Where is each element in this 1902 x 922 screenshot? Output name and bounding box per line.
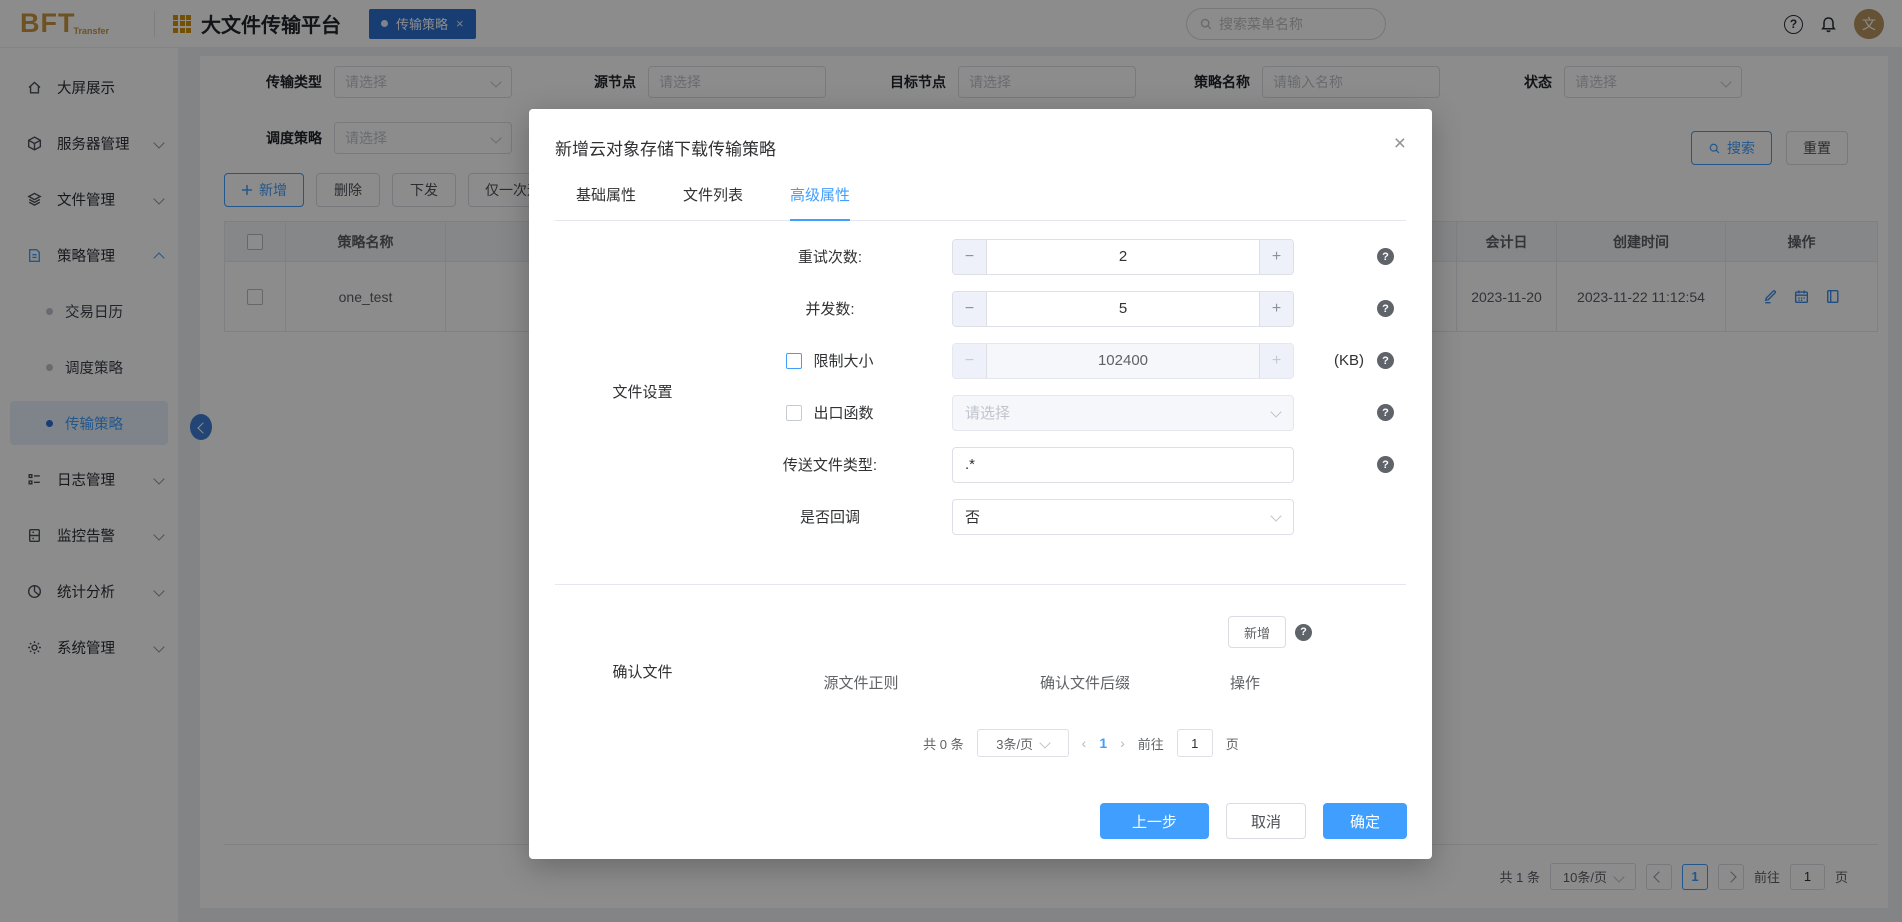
goto-label: 前往 [1138,734,1164,753]
decrement-button[interactable]: − [953,292,987,326]
help-tooltip-icon[interactable]: ? [1377,300,1394,317]
prev-page-button[interactable]: ‹ [1082,735,1087,751]
select-placeholder: 请选择 [965,402,1010,423]
goto-page-input[interactable]: 1 [1177,729,1213,757]
add-confirm-rule-button[interactable]: 新增 [1228,616,1286,648]
page-number-1[interactable]: 1 [1099,735,1107,751]
size-limit-checkbox[interactable] [786,353,802,369]
decrement-button[interactable]: − [953,240,987,274]
exit-function-label: 出口函数 [813,402,873,423]
concurrency-stepper: − 5 + [952,291,1294,327]
file-type-input[interactable]: .* [952,447,1294,483]
callback-value: 否 [965,506,980,527]
group-label: 确认文件 [555,585,730,757]
retry-count-stepper: − 2 + [952,239,1294,275]
header-actions: 操作 [1178,672,1312,693]
dialog-footer: 上一步 取消 确定 [1100,803,1407,839]
dialog-tabs: 基础属性 文件列表 高级属性 [555,184,1406,221]
confirm-button[interactable]: 确定 [1323,803,1407,839]
header-confirm-suffix: 确认文件后缀 [992,672,1178,693]
page-unit-label: 页 [1226,734,1239,753]
chevron-down-icon [1272,408,1281,417]
size-limit-label: 限制大小 [813,350,873,371]
help-tooltip-icon[interactable]: ? [1377,456,1394,473]
retry-count-value[interactable]: 2 [987,240,1259,274]
add-transfer-policy-dialog: 新增云对象存储下载传输策略 × 基础属性 文件列表 高级属性 文件设置 重试次数… [529,109,1432,859]
confirm-pagination: 共 0 条 3条/页 ‹ 1 › 前往 1 页 [730,729,1312,757]
close-icon[interactable]: × [1394,133,1406,154]
exit-function-row: 出口函数 请选择 ? [730,391,1406,434]
callback-select[interactable]: 否 [952,499,1294,535]
tab-advanced-properties[interactable]: 高级属性 [790,184,850,221]
size-limit-row: 限制大小 − 102400 + (KB) ? [730,339,1406,382]
chevron-down-icon [1272,512,1281,521]
increment-button: + [1259,344,1293,378]
help-tooltip-icon[interactable]: ? [1377,352,1394,369]
file-type-label: 传送文件类型: [730,454,930,475]
previous-step-button[interactable]: 上一步 [1100,803,1209,839]
tab-basic-properties[interactable]: 基础属性 [576,184,636,220]
confirm-file-group: 确认文件 新增 ? 源文件正则 确认文件后缀 操作 共 0 条 3条/页 ‹ 1… [529,585,1432,757]
decrement-button: − [953,344,987,378]
callback-label: 是否回调 [730,506,930,527]
retry-count-row: 重试次数: − 2 + ? [730,235,1406,278]
file-type-row: 传送文件类型: .* ? [730,443,1406,486]
concurrency-label: 并发数: [730,298,930,319]
group-label: 文件设置 [555,235,730,547]
callback-row: 是否回调 否 [730,495,1406,538]
increment-button[interactable]: + [1259,292,1293,326]
tab-file-list[interactable]: 文件列表 [683,184,743,220]
concurrency-row: 并发数: − 5 + ? [730,287,1406,330]
help-tooltip-icon[interactable]: ? [1377,404,1394,421]
help-tooltip-icon[interactable]: ? [1377,248,1394,265]
header-source-regex: 源文件正则 [730,672,992,693]
pagination-total: 共 0 条 [923,734,963,753]
increment-button[interactable]: + [1259,240,1293,274]
retry-count-label: 重试次数: [730,246,930,267]
kb-unit-label: (KB) [1334,352,1364,369]
exit-function-checkbox[interactable] [786,405,802,421]
size-limit-value: 102400 [987,344,1259,378]
cancel-button[interactable]: 取消 [1226,803,1306,839]
page-size-select[interactable]: 3条/页 [977,729,1069,757]
size-limit-stepper: − 102400 + [952,343,1294,379]
file-settings-group: 文件设置 重试次数: − 2 + ? 并发数: − 5 + ? [529,235,1432,547]
confirm-table-headers: 源文件正则 确认文件后缀 操作 [730,672,1312,693]
page-size-value: 3条/页 [996,734,1033,753]
help-tooltip-icon[interactable]: ? [1295,624,1312,641]
chevron-down-icon [1041,739,1049,747]
concurrency-value[interactable]: 5 [987,292,1259,326]
next-page-button[interactable]: › [1120,735,1125,751]
dialog-title: 新增云对象存储下载传输策略 [529,109,1432,160]
exit-function-select: 请选择 [952,395,1294,431]
